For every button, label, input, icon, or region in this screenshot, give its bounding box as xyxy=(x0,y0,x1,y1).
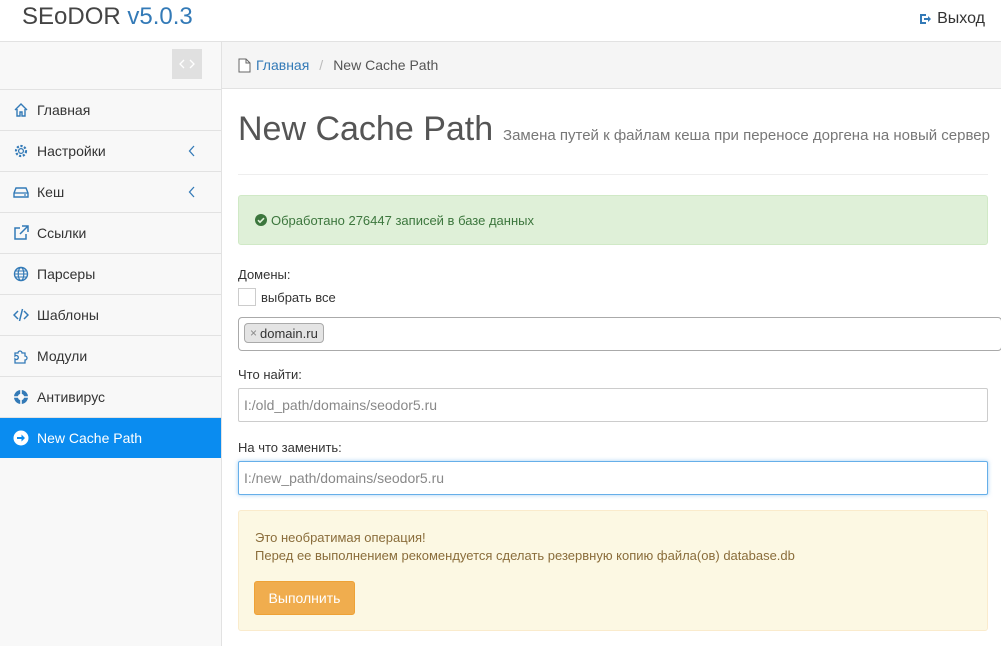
replace-label: На что заменить: xyxy=(238,440,342,455)
logout-label: Выход xyxy=(937,10,985,27)
sidebar-item-label: Главная xyxy=(37,102,91,118)
sidebar-item-label: Парсеры xyxy=(37,266,96,282)
sidebar-item-label: Кеш xyxy=(37,184,65,200)
main-area: Главная / New Cache Path New Cache Path … xyxy=(222,42,1001,646)
drive-icon xyxy=(12,183,30,201)
sidebar-item-templates[interactable]: Шаблоны xyxy=(0,295,221,336)
sidebar-item-antivirus[interactable]: Антивирус xyxy=(0,377,221,418)
app-version: v5.0.3 xyxy=(127,3,193,30)
page-header: New Cache Path Замена путей к файлам кеш… xyxy=(238,90,990,175)
success-alert: Обработано 276447 записей в базе данных xyxy=(238,195,988,245)
domains-label: Домены: xyxy=(238,267,291,282)
chevron-left-icon xyxy=(188,145,195,157)
top-bar: SEoDOR v5.0.3 Выход xyxy=(0,0,1001,42)
sidebar-item-parsers[interactable]: Парсеры xyxy=(0,254,221,295)
breadcrumb-home-link[interactable]: Главная xyxy=(238,57,309,73)
execute-button[interactable]: Выполнить xyxy=(254,581,355,615)
page-subtitle: Замена путей к файлам кеша при переносе … xyxy=(503,127,990,144)
domain-tag-label: domain.ru xyxy=(260,325,318,341)
puzzle-icon xyxy=(12,347,30,365)
domain-tag: × domain.ru xyxy=(244,323,324,343)
warning-line-2: Перед ее выполнением рекомендуется сдела… xyxy=(255,548,795,563)
breadcrumb: Главная / New Cache Path xyxy=(222,42,1001,89)
brand[interactable]: SEoDOR v5.0.3 xyxy=(22,3,193,31)
page-content: New Cache Path Замена путей к файлам кеш… xyxy=(238,90,1001,631)
crosshair-icon xyxy=(12,388,30,406)
find-input[interactable]: I:/old_path/domains/seodor5.ru xyxy=(238,388,988,422)
gear-icon xyxy=(12,142,30,160)
sidebar: Главная Настройки Кеш Ссылки Парсеры Шаб… xyxy=(0,42,222,646)
page-title: New Cache Path xyxy=(238,110,494,148)
globe-icon xyxy=(12,265,30,283)
sidebar-item-new-cache-path[interactable]: New Cache Path xyxy=(0,418,221,458)
sidebar-item-label: Модули xyxy=(37,348,88,364)
sidebar-item-label: Ссылки xyxy=(37,225,87,241)
sidebar-collapse-button[interactable] xyxy=(172,49,202,79)
remove-tag-icon[interactable]: × xyxy=(250,326,257,340)
warning-line-1: Это необратимая операция! xyxy=(255,530,426,545)
replace-input[interactable]: I:/new_path/domains/seodor5.ru xyxy=(238,461,988,495)
breadcrumb-home-label: Главная xyxy=(256,57,310,73)
success-alert-text: Обработано 276447 записей в базе данных xyxy=(271,212,534,228)
breadcrumb-separator: / xyxy=(319,57,324,73)
check-circle-icon xyxy=(255,214,267,226)
logout-button[interactable]: Выход xyxy=(919,10,985,28)
find-label: Что найти: xyxy=(238,367,302,382)
file-icon xyxy=(238,58,251,72)
chevron-right-icon xyxy=(189,59,195,69)
arrow-circle-right-icon xyxy=(12,429,30,447)
sidebar-item-label: Шаблоны xyxy=(37,307,99,323)
chevron-left-icon xyxy=(188,186,195,198)
sidebar-item-label: New Cache Path xyxy=(37,430,143,446)
domains-multiselect[interactable]: × domain.ru xyxy=(238,317,1001,351)
sidebar-item-label: Антивирус xyxy=(37,389,106,405)
logout-icon xyxy=(920,14,932,24)
select-all-label[interactable]: выбрать все xyxy=(261,290,336,305)
sidebar-item-cache[interactable]: Кеш xyxy=(0,172,221,213)
breadcrumb-current: New Cache Path xyxy=(333,57,439,73)
chevron-left-icon xyxy=(179,59,185,69)
code-icon xyxy=(12,306,30,324)
select-all-checkbox[interactable] xyxy=(238,288,256,306)
sidebar-item-label: Настройки xyxy=(37,143,106,159)
sidebar-item-settings[interactable]: Настройки xyxy=(0,131,221,172)
external-link-icon xyxy=(12,224,30,242)
sidebar-item-links[interactable]: Ссылки xyxy=(0,213,221,254)
sidebar-item-modules[interactable]: Модули xyxy=(0,336,221,377)
select-all-row: выбрать все xyxy=(238,288,336,306)
home-icon xyxy=(12,101,30,119)
app-name: SEoDOR xyxy=(22,3,121,30)
warning-alert: Это необратимая операция! Перед ее выпол… xyxy=(238,510,988,631)
sidebar-item-home[interactable]: Главная xyxy=(0,90,221,131)
sidebar-collapse-area xyxy=(0,42,221,90)
